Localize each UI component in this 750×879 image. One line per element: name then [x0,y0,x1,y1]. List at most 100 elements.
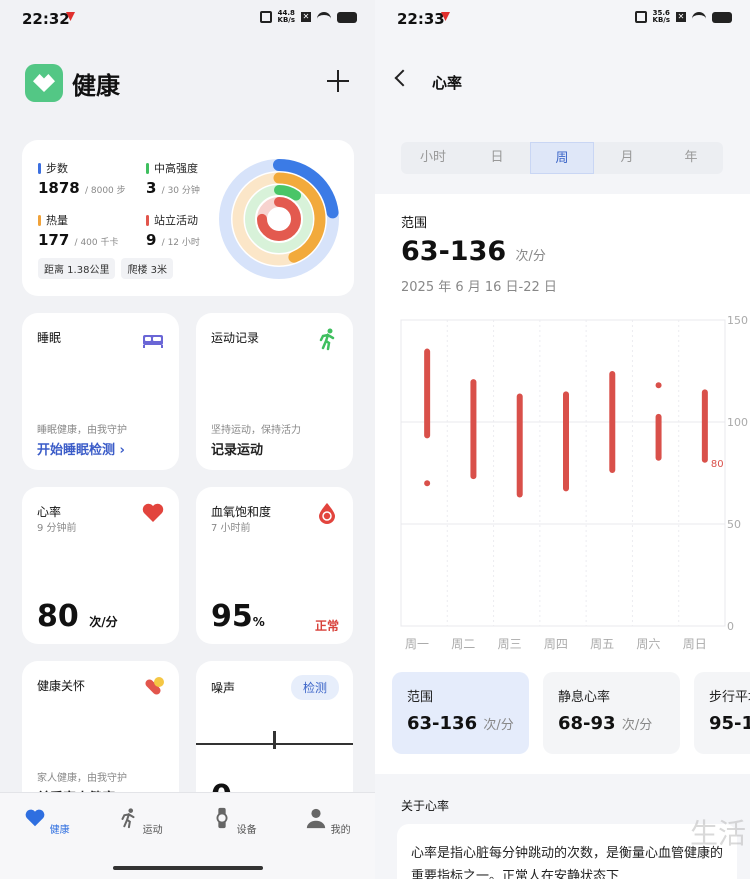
care-desc: 家人健康，由我守护 [37,773,127,784]
spo2-card[interactable]: 血氧饱和度 7 小时前 95% 正常 [196,487,353,644]
add-button[interactable] [327,70,349,92]
heart-nav-icon [26,809,45,827]
range-label: 范围 [401,216,428,231]
x-tick-label-0: 周一 [405,637,429,651]
about-text: 心率是指心脏每分钟跳动的次数，是衡量心血管健康的重要指标之一。正常人在安静状态下 [397,824,737,879]
status-time: 22:32 [22,10,70,28]
stat-range-value: 63-136 [407,713,478,734]
tab-week[interactable]: 周 [530,142,594,174]
battery-icon-right [712,11,732,23]
range-bar-4-0 [609,371,616,473]
stat-resting-label: 静息心率 [558,690,611,705]
tab-day[interactable]: 日 [466,142,528,174]
period-tabs: 小时 日 周 月 年 [401,142,723,174]
noise-meter-needle [273,731,276,749]
tab-year[interactable]: 年 [660,142,722,174]
stat-row: 范围 63-136 次/分 静息心率 68-93 次/分 步行平均 95-1 [392,672,750,754]
heart-rate-card[interactable]: 心率 9 分钟前 80 次/分 [22,487,179,644]
heart-rate-number: 80 [37,599,79,634]
intensity-value: 3 [146,179,157,197]
x-tick-label-6: 周日 [683,637,707,651]
stat-resting[interactable]: 静息心率 68-93 次/分 [543,672,680,754]
heart-rate-chart[interactable]: 0 50 100 150 周一 周二 周三 周四 周五 周六 周日 80 [375,306,750,656]
nav-me-label: 我的 [330,825,351,836]
spo2-value: 95% [211,599,265,634]
x-tick-label-2: 周三 [498,637,522,651]
sleep-start-link[interactable]: 开始睡眠检测 › [37,439,125,458]
intensity-goal: / 30 分钟 [161,186,200,196]
range-bar-1-0 [470,379,477,480]
sleep-card[interactable]: 睡眠 睡眠健康，由我守护 开始睡眠检测 › [22,313,179,470]
steps-goal: / 8000 步 [84,186,126,196]
distance-chip: 距离 1.38公里 [38,258,116,279]
status-icons-right: 35.6 KB/s ✕ [634,10,732,24]
workout-record-link[interactable]: 记录运动 [211,439,263,458]
x-tick-label-1: 周二 [451,637,475,651]
stand-metric: 站立活动 9 / 12 小时 [146,212,200,249]
battery-icon [337,11,357,23]
spo2-title: 血氧饱和度 [211,505,272,519]
page-title: 健康 [72,72,120,100]
heart-rate-title: 心率 [37,505,62,519]
nav-device[interactable]: 设备 [204,807,264,836]
nav-health[interactable]: 健康 [17,807,77,836]
stat-walking[interactable]: 步行平均 95-1 [694,672,750,754]
blood-drop-icon [319,503,335,524]
heart-rate-time: 9 分钟前 [37,523,77,534]
x-tick-label-3: 周四 [544,637,568,651]
steps-value: 1878 [38,179,80,197]
range-bar-0-0 [424,348,431,439]
heart-rate-unit: 次/分 [89,615,118,629]
heart-icon [142,503,164,522]
wifi-icon-right [692,12,706,22]
sim-off-icon: ✕ [301,12,311,22]
y-tick-label-50: 50 [727,518,741,531]
back-icon[interactable] [394,69,412,87]
spo2-unit: % [252,615,265,629]
spo2-number: 95 [211,599,253,634]
sleep-title: 睡眠 [37,331,62,345]
network-speed-unit-right: KB/s [652,16,670,24]
stat-range-unit: 次/分 [483,718,514,733]
stand-color-bar [146,214,149,226]
care-title: 健康关怀 [37,679,86,693]
activity-summary-card[interactable]: 步数 1878 / 8000 步 中高强度 3 / 30 分钟 热量 177 /… [22,140,354,296]
noise-title: 噪声 [211,681,236,695]
calories-goal: / 400 千卡 [74,238,119,248]
tab-hour[interactable]: 小时 [402,142,464,174]
watermark: 生活 [689,817,746,850]
stand-label: 站立活动 [154,214,198,227]
status-icons: 44.8 KB/s ✕ [259,10,357,24]
range-value: 63-136 次/分 [401,236,546,267]
nav-me[interactable]: 我的 [298,807,358,836]
bandage-heart-icon [145,677,164,695]
intensity-color-bar [146,162,149,174]
nav-health-label: 健康 [49,825,70,836]
network-speed: 44.8 KB/s [278,10,295,24]
spo2-status: 正常 [314,619,339,633]
intensity-label: 中高强度 [154,162,198,175]
watch-icon [216,807,228,829]
tab-month[interactable]: 月 [596,142,658,174]
sim-off-icon-right: ✕ [676,12,686,22]
activity-rings [219,159,339,279]
date-range: 2025 年 6 月 16 日-22 日 [401,280,557,295]
workout-card[interactable]: 运动记录 坚持运动，保持活力 记录运动 [196,313,353,470]
nav-workout[interactable]: 运动 [110,807,170,836]
wifi-icon [317,12,331,22]
stat-range-label: 范围 [407,690,434,705]
steps-color-bar [38,162,41,174]
home-indicator[interactable] [113,866,263,870]
calories-value: 177 [38,231,70,249]
x-tick-label-5: 周六 [636,637,660,651]
range-bar-5-0 [655,413,662,461]
range-point-5-0 [655,382,662,389]
noise-detect-button[interactable]: 检测 [290,675,339,700]
stat-walking-value: 95-1 [709,713,750,734]
status-bar: 22:32 44.8 KB/s ✕ [0,0,375,36]
range-point-0-0 [424,480,431,487]
calories-color-bar [38,214,41,226]
health-home-screen: 22:32 44.8 KB/s ✕ 健康 步数 1878 / 8000 步 中高强… [0,0,375,879]
range-number: 63-136 [401,236,507,267]
stat-range[interactable]: 范围 63-136 次/分 [392,672,529,754]
